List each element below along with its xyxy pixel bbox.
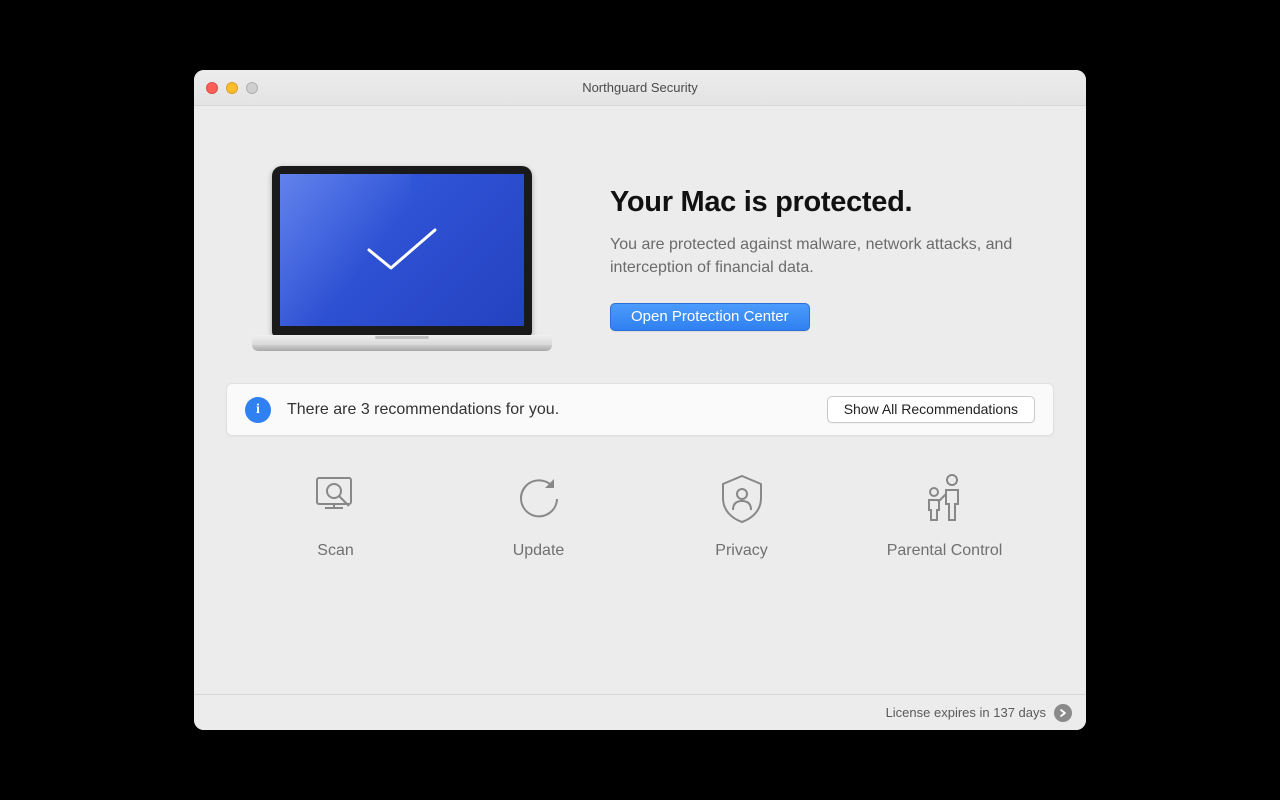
status-subtitle: You are protected against malware, netwo… bbox=[610, 233, 1030, 279]
license-status-text: License expires in 137 days bbox=[886, 705, 1046, 720]
window-content: Your Mac is protected. You are protected… bbox=[194, 106, 1086, 694]
feature-scan[interactable]: Scan bbox=[261, 470, 411, 560]
info-icon: i bbox=[245, 397, 271, 423]
checkmark-icon bbox=[363, 226, 441, 274]
feature-label: Update bbox=[513, 542, 565, 560]
update-icon bbox=[510, 470, 568, 528]
recommendations-bar: i There are 3 recommendations for you. S… bbox=[226, 383, 1054, 436]
feature-label: Scan bbox=[317, 542, 353, 560]
hero-section: Your Mac is protected. You are protected… bbox=[226, 138, 1054, 383]
recommendations-text: There are 3 recommendations for you. bbox=[287, 401, 811, 419]
status-title: Your Mac is protected. bbox=[610, 186, 1038, 219]
traffic-lights bbox=[206, 82, 258, 94]
scan-icon bbox=[307, 470, 365, 528]
app-window: Northguard Security bbox=[194, 70, 1086, 730]
close-icon[interactable] bbox=[206, 82, 218, 94]
parental-control-icon bbox=[916, 470, 974, 528]
maximize-icon[interactable] bbox=[246, 82, 258, 94]
privacy-icon bbox=[713, 470, 771, 528]
open-protection-center-button[interactable]: Open Protection Center bbox=[610, 303, 810, 331]
laptop-icon bbox=[252, 166, 552, 351]
window-title: Northguard Security bbox=[194, 80, 1086, 95]
titlebar[interactable]: Northguard Security bbox=[194, 70, 1086, 106]
feature-row: Scan Update bbox=[226, 470, 1054, 568]
show-all-recommendations-button[interactable]: Show All Recommendations bbox=[827, 396, 1035, 423]
feature-parental-control[interactable]: Parental Control bbox=[870, 470, 1020, 560]
feature-update[interactable]: Update bbox=[464, 470, 614, 560]
status-illustration bbox=[242, 166, 562, 351]
feature-privacy[interactable]: Privacy bbox=[667, 470, 817, 560]
chevron-right-icon bbox=[1058, 708, 1068, 718]
feature-label: Parental Control bbox=[887, 542, 1003, 560]
hero-text: Your Mac is protected. You are protected… bbox=[610, 186, 1038, 331]
feature-label: Privacy bbox=[715, 542, 767, 560]
minimize-icon[interactable] bbox=[226, 82, 238, 94]
license-details-button[interactable] bbox=[1054, 704, 1072, 722]
footer: License expires in 137 days bbox=[194, 694, 1086, 730]
